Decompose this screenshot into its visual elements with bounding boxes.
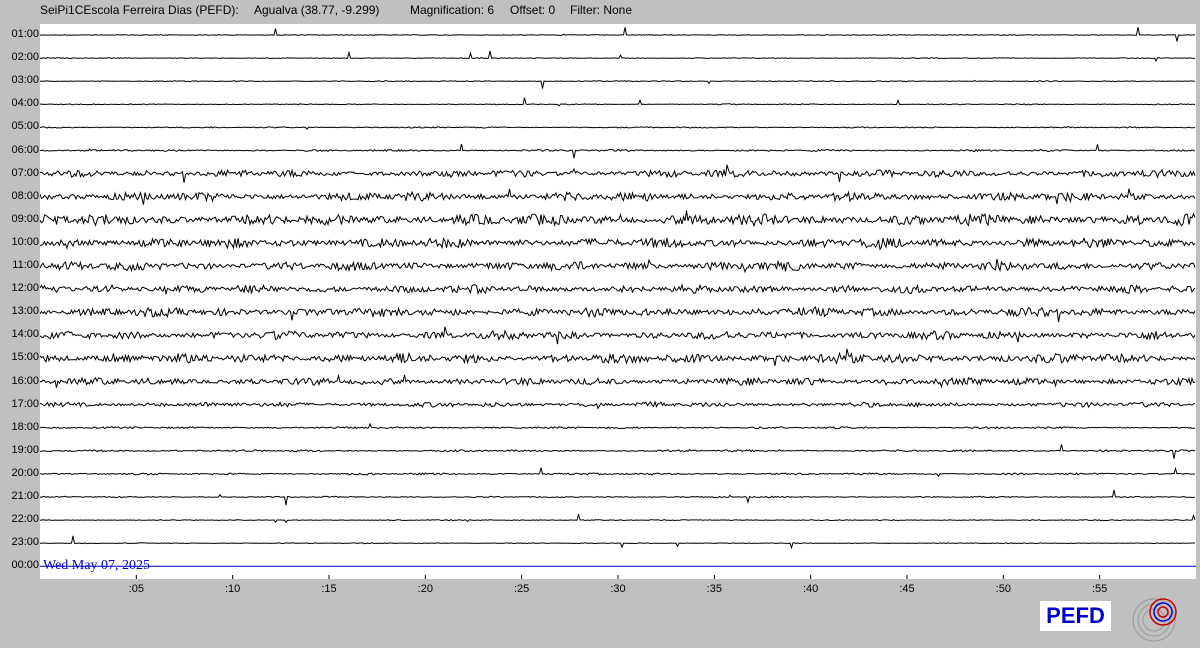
hour-label: 10:00 [11,235,39,248]
magnification-readout: Magnification: 6 [410,3,495,17]
seismic-trace [40,143,1196,159]
seismic-trace [40,258,1196,274]
filter-readout: Filter: None [570,3,633,17]
seismic-trace [40,210,1196,228]
hour-label: 11:00 [12,259,39,271]
minute-label: :05 [128,583,144,595]
minute-label: :55 [1092,583,1108,595]
hour-label: 14:00 [11,328,39,341]
hour-label: 04:00 [11,97,39,110]
seismic-trace [40,164,1196,183]
seismic-trace [40,513,1196,524]
minute-label: :40 [803,583,819,595]
hour-label: 18:00 [11,420,39,433]
hour-label: 06:00 [11,143,39,156]
seismic-trace [40,466,1196,478]
hour-label: 16:00 [11,374,39,387]
hour-label: 22:00 [11,513,39,526]
minute-label: :25 [514,583,530,595]
hour-label: 17:00 [11,397,39,410]
minute-label: :45 [899,583,915,595]
pefd-logo: PEFD [1040,601,1111,631]
hour-label: 15:00 [11,351,39,364]
fingerprint-logo-icon [1132,598,1177,642]
hour-label: 20:00 [11,466,39,479]
seismic-trace [40,348,1196,366]
hour-label: 02:00 [11,51,39,64]
hour-label: 13:00 [11,305,39,318]
seismic-trace [40,283,1196,296]
seismic-trace [40,444,1196,459]
seismic-trace [40,50,1196,63]
seismic-trace [40,373,1196,389]
seismic-trace [40,236,1196,251]
hour-label: 01:00 [11,28,39,40]
minute-label: :30 [610,583,626,595]
seismic-trace [40,326,1196,345]
hour-label: 08:00 [11,189,39,202]
seismic-trace [40,535,1196,550]
hour-label: 12:00 [11,282,39,295]
seismic-trace [40,306,1196,323]
seismic-trace [40,97,1196,107]
header-bar: SeiPi1CEscola Ferreira Dias (PEFD): Agua… [0,0,1200,22]
hour-label: 00:00 [11,559,39,572]
seismic-trace [40,400,1196,410]
offset-readout: Offset: 0 [510,3,556,17]
hour-label: 09:00 [11,212,39,225]
seismic-trace [40,489,1196,506]
date-label: Wed May 07, 2025 [43,558,150,573]
hour-label: 21:00 [11,490,39,502]
minute-label: :20 [417,583,433,595]
seismic-trace [40,126,1196,130]
minute-label: :35 [706,583,722,595]
helicorder-svg [40,27,1196,579]
hour-label: 03:00 [11,74,39,87]
minute-label: :10 [225,583,241,595]
station-name: SeiPi1CEscola Ferreira Dias (PEFD): [40,3,239,17]
seismic-trace [40,422,1196,430]
hour-label: 05:00 [11,120,39,133]
seismic-trace [40,188,1196,205]
seismic-trace [40,79,1196,89]
helicorder-plot [40,24,1196,579]
hour-label: 19:00 [11,443,39,456]
minute-label: :15 [321,583,337,595]
seismic-trace [40,27,1196,42]
minute-label: :50 [995,583,1011,595]
hour-label: 23:00 [11,536,39,549]
station-location: Agualva (38.77, -9.299) [254,3,380,17]
hour-label: 07:00 [11,166,39,179]
